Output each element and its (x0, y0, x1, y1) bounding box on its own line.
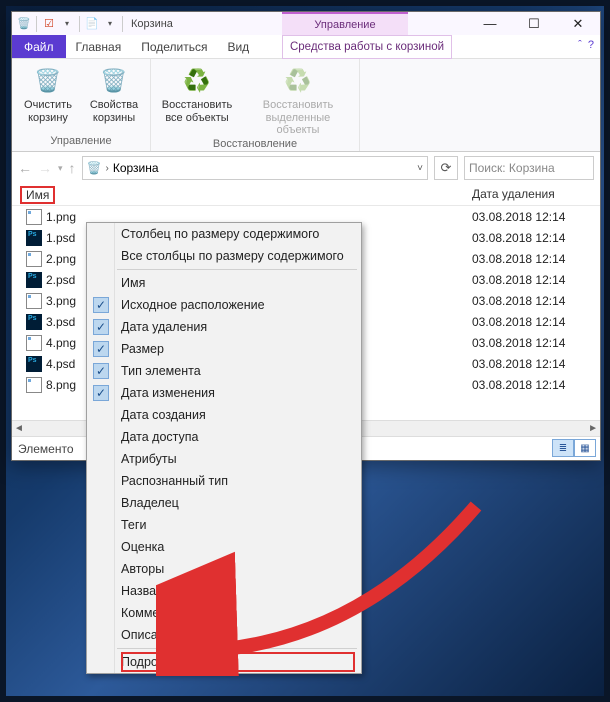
restore-all-button[interactable]: ♻️ Восстановить все объекты (157, 63, 237, 137)
chevron-right-icon: › (105, 163, 108, 174)
maximize-button[interactable]: ☐ (512, 12, 556, 35)
file-deleted-date: 03.08.2018 12:14 (472, 336, 565, 350)
restore-all-icon: ♻️ (181, 65, 213, 97)
menu-more-columns[interactable]: Подробнее... (87, 651, 361, 673)
menu-column-toggle[interactable]: Название (87, 580, 361, 602)
column-context-menu: Столбец по размеру содержимого Все столб… (86, 222, 362, 674)
tab-share[interactable]: Поделиться (131, 35, 217, 58)
menu-column-toggle[interactable]: Комментарии (87, 602, 361, 624)
file-icon (26, 377, 42, 393)
tab-file[interactable]: Файл (12, 35, 66, 58)
file-deleted-date: 03.08.2018 12:14 (472, 294, 565, 308)
file-icon (26, 230, 42, 246)
file-deleted-date: 03.08.2018 12:14 (472, 252, 565, 266)
check-icon: ✓ (93, 319, 109, 335)
menu-size-column[interactable]: Столбец по размеру содержимого (87, 223, 361, 245)
menu-column-toggle[interactable]: Теги (87, 514, 361, 536)
menu-column-toggle[interactable]: Атрибуты (87, 448, 361, 470)
folder-icon: 📄 (84, 16, 100, 32)
address-bar[interactable]: 🗑️ › Корзина ˅ (82, 156, 428, 180)
empty-bin-icon: 🗑️ (32, 65, 64, 97)
file-icon (26, 356, 42, 372)
check-icon: ✓ (93, 341, 109, 357)
menu-column-toggle[interactable]: ✓Дата изменения (87, 382, 361, 404)
search-input[interactable]: Поиск: Корзина (464, 156, 594, 180)
icons-view-button[interactable]: ▦ (574, 439, 596, 457)
menu-column-toggle[interactable]: Авторы (87, 558, 361, 580)
file-deleted-date: 03.08.2018 12:14 (472, 231, 565, 245)
group-label-restore: Восстановление (213, 137, 297, 152)
check-icon: ✓ (93, 297, 109, 313)
bin-properties-button[interactable]: 🗑️ Свойства корзины (84, 63, 144, 134)
titlebar: 🗑️ ☑ ▾ 📄 ▾ Корзина Управление ― ☐ ✕ (12, 12, 600, 35)
close-button[interactable]: ✕ (556, 12, 600, 35)
file-icon (26, 251, 42, 267)
file-deleted-date: 03.08.2018 12:14 (472, 210, 565, 224)
down-caret-icon[interactable]: ▾ (59, 16, 75, 32)
check-icon: ✓ (93, 363, 109, 379)
empty-recycle-button[interactable]: 🗑️ Очистить корзину (18, 63, 78, 134)
file-icon (26, 293, 42, 309)
navigation-bar: ← → ▾ ↑ 🗑️ › Корзина ˅ ⟳ Поиск: Корзина (12, 152, 600, 184)
minimize-button[interactable]: ― (468, 12, 512, 35)
tab-home[interactable]: Главная (66, 35, 132, 58)
menu-column-toggle[interactable]: Распознанный тип (87, 470, 361, 492)
window-title: Корзина (131, 18, 173, 30)
status-item-count: Элементо (18, 442, 74, 456)
tab-recycle-tools[interactable]: Средства работы с корзиной (282, 35, 452, 59)
column-header-row: Имя Дата удаления (12, 184, 600, 206)
ribbon-collapse-icon[interactable]: ˆ ? (578, 39, 594, 51)
down-caret-icon[interactable]: ▾ (102, 16, 118, 32)
address-dropdown-icon[interactable]: ˅ (417, 163, 423, 174)
file-icon (26, 335, 42, 351)
restore-selected-button: ♻️ Восстановить выделенные объекты (243, 63, 353, 137)
restore-selected-icon: ♻️ (282, 65, 314, 97)
group-label-manage: Управление (50, 134, 111, 149)
menu-column-toggle[interactable]: Оценка (87, 536, 361, 558)
menu-column-toggle[interactable]: Описание файла (87, 624, 361, 646)
file-deleted-date: 03.08.2018 12:14 (472, 273, 565, 287)
file-icon (26, 272, 42, 288)
column-header-deleted-date[interactable]: Дата удаления (472, 187, 555, 201)
ribbon: 🗑️ Очистить корзину 🗑️ Свойства корзины … (12, 59, 600, 152)
file-deleted-date: 03.08.2018 12:14 (472, 357, 565, 371)
ribbon-tabs: Файл Главная Поделиться Вид Средства раб… (12, 35, 600, 59)
menu-column-toggle[interactable]: Владелец (87, 492, 361, 514)
contextual-tab-header: Управление (282, 12, 408, 35)
menu-size-all-columns[interactable]: Все столбцы по размеру содержимого (87, 245, 361, 267)
recent-locations-button[interactable]: ▾ (58, 163, 63, 174)
file-icon (26, 314, 42, 330)
details-view-button[interactable]: ≣ (552, 439, 574, 457)
menu-column-toggle[interactable]: Дата доступа (87, 426, 361, 448)
menu-column-toggle[interactable]: ✓Дата удаления (87, 316, 361, 338)
up-button[interactable]: ↑ (69, 160, 76, 176)
refresh-button[interactable]: ⟳ (434, 156, 458, 180)
recycle-bin-icon: 🗑️ (16, 16, 32, 32)
menu-column-toggle[interactable]: Имя (87, 272, 361, 294)
breadcrumb[interactable]: Корзина (113, 161, 159, 175)
forward-button[interactable]: → (38, 160, 52, 176)
menu-column-toggle[interactable]: Дата создания (87, 404, 361, 426)
back-button[interactable]: ← (18, 160, 32, 176)
properties-icon: 🗑️ (98, 65, 130, 97)
menu-column-toggle[interactable]: ✓Исходное расположение (87, 294, 361, 316)
quick-access-toolbar: 🗑️ ☑ ▾ 📄 ▾ (12, 16, 125, 32)
column-header-name[interactable]: Имя (20, 186, 55, 204)
checkbox-icon[interactable]: ☑ (41, 16, 57, 32)
file-icon (26, 209, 42, 225)
menu-column-toggle[interactable]: ✓Тип элемента (87, 360, 361, 382)
check-icon: ✓ (93, 385, 109, 401)
file-deleted-date: 03.08.2018 12:14 (472, 378, 565, 392)
file-deleted-date: 03.08.2018 12:14 (472, 315, 565, 329)
recycle-bin-icon: 🗑️ (87, 161, 102, 175)
menu-column-toggle[interactable]: ✓Размер (87, 338, 361, 360)
tab-view[interactable]: Вид (217, 35, 259, 58)
